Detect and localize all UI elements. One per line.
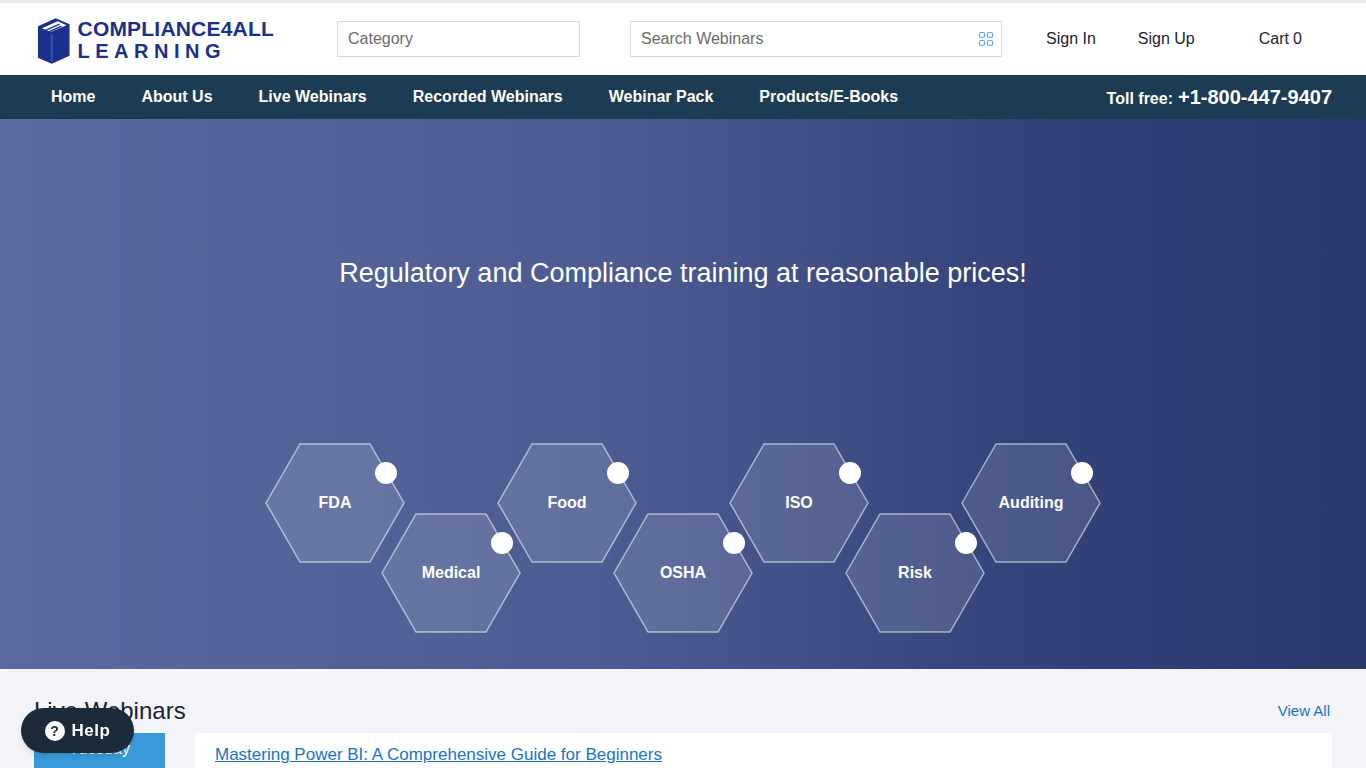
- search-box: [630, 21, 1002, 57]
- nav-list: Home About Us Live Webinars Recorded Webina…: [51, 75, 898, 119]
- topic-honeycomb: FDA Food ISO Auditing Medical OSHA Risk: [265, 443, 1101, 633]
- book-icon: [34, 14, 72, 64]
- logo-line2: LEARNING: [78, 41, 274, 61]
- logo-line1: COMPLIANCE4ALL: [78, 18, 274, 39]
- nav-item[interactable]: Webinar Pack: [609, 75, 714, 119]
- view-all-link[interactable]: View All: [1278, 700, 1330, 723]
- nav-item[interactable]: Recorded Webinars: [413, 75, 563, 119]
- search-input[interactable]: [631, 22, 971, 56]
- topic-label: Auditing: [999, 491, 1064, 515]
- category-input[interactable]: [337, 21, 580, 57]
- webinar-card: Mastering Power BI: A Comprehensive Guid…: [195, 733, 1332, 768]
- topic-hexagon[interactable]: Food: [497, 443, 637, 563]
- topic-label: ISO: [785, 491, 813, 515]
- live-webinars: Live WebinarsView All TuesdayMastering Po…: [0, 669, 1366, 768]
- help-icon: ?: [45, 721, 65, 741]
- hero: Regulatory and Compliance training at re…: [0, 119, 1366, 669]
- topic-hexagon[interactable]: ISO: [729, 443, 869, 563]
- nav-item[interactable]: Home: [51, 75, 95, 119]
- cart-link[interactable]: Cart0: [1259, 27, 1302, 51]
- topic-hexagon[interactable]: FDA: [265, 443, 405, 563]
- site-header: COMPLIANCE4ALLLEARNING Sign In Sign Up Cart…: [0, 0, 1366, 75]
- search-icon: [978, 31, 994, 47]
- topic-hexagon[interactable]: Risk: [845, 513, 985, 633]
- account-links: Sign In Sign Up: [1046, 27, 1195, 51]
- webinar-title[interactable]: Mastering Power BI: A Comprehensive Guid…: [215, 745, 662, 764]
- toll-free-number[interactable]: +1-800-447-9407: [1178, 82, 1332, 112]
- logo[interactable]: COMPLIANCE4ALLLEARNING: [34, 14, 274, 64]
- nav-item[interactable]: Products/E-Books: [759, 75, 898, 119]
- webinar-row: TuesdayMastering Power BI: A Comprehensi…: [34, 733, 1332, 768]
- topic-hexagon[interactable]: Auditing: [961, 443, 1101, 563]
- topic-label: FDA: [319, 491, 352, 515]
- topic-row: Medical OSHA Risk: [265, 513, 1101, 633]
- main-nav: Home About Us Live Webinars Recorded Webina…: [0, 75, 1366, 119]
- topic-label: OSHA: [660, 561, 706, 585]
- cart-count: 0: [1293, 27, 1302, 51]
- nav-item[interactable]: About Us: [141, 75, 212, 119]
- toll-free: Toll free:+1-800-447-9407: [1107, 82, 1332, 112]
- section-header: Live WebinarsView All: [34, 697, 1332, 725]
- nav-item[interactable]: Live Webinars: [259, 75, 367, 119]
- help-label: Help: [72, 718, 111, 744]
- topic-hexagon[interactable]: OSHA: [613, 513, 753, 633]
- account-link[interactable]: Sign Up: [1138, 27, 1195, 51]
- logo-text: COMPLIANCE4ALLLEARNING: [78, 18, 274, 61]
- account-link[interactable]: Sign In: [1046, 27, 1096, 51]
- help-button[interactable]: ? Help: [21, 708, 134, 753]
- topic-label: Risk: [898, 561, 932, 585]
- topic-hexagon[interactable]: Medical: [381, 513, 521, 633]
- toll-free-label: Toll free:: [1107, 87, 1173, 111]
- hero-headline: Regulatory and Compliance training at re…: [339, 256, 1026, 290]
- topic-label: Food: [547, 491, 586, 515]
- cart-label: Cart: [1259, 27, 1289, 51]
- topic-label: Medical: [422, 561, 481, 585]
- search-button[interactable]: [971, 22, 1001, 56]
